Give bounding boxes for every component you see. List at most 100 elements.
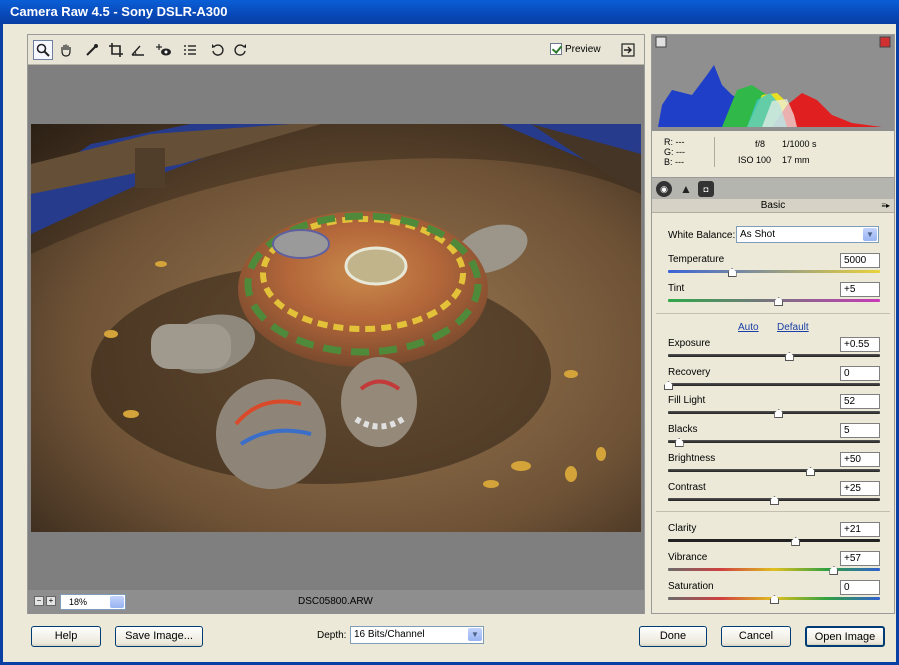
- shadow-clipping-icon[interactable]: [655, 36, 667, 48]
- white-balance-value: As Shot: [740, 229, 776, 240]
- done-button[interactable]: Done: [639, 626, 707, 647]
- status-bar: − + 18% DSC05800.ARW: [28, 590, 644, 614]
- red-eye-icon[interactable]: [154, 40, 174, 60]
- slider-value-input[interactable]: +25: [840, 481, 880, 496]
- camera-info: R: --- G: --- B: --- f/8 1/1000 s ISO 10…: [652, 131, 894, 177]
- image-preview[interactable]: [31, 124, 641, 532]
- slider-track[interactable]: [668, 383, 880, 386]
- shutter-speed: 1/1000 s: [782, 139, 817, 149]
- blue-readout: B: ---: [664, 157, 684, 167]
- preview-toggle[interactable]: Preview: [550, 43, 601, 55]
- auto-link[interactable]: Auto: [738, 322, 759, 333]
- slider-label: Fill Light: [668, 395, 706, 406]
- slider-value-input[interactable]: 0: [840, 580, 880, 595]
- slider-label: Vibrance: [668, 552, 708, 563]
- preview-label: Preview: [565, 43, 601, 55]
- slider-value-input[interactable]: 0: [840, 366, 880, 381]
- divider: [656, 511, 890, 512]
- slider-value-input[interactable]: +57: [840, 551, 880, 566]
- slider-clarity[interactable]: Clarity +21: [668, 522, 880, 550]
- crop-icon[interactable]: [106, 40, 126, 60]
- tab-tone-curve-icon[interactable]: ▲: [678, 181, 694, 197]
- slider-saturation[interactable]: Saturation 0: [668, 580, 880, 608]
- green-readout: G: ---: [664, 147, 685, 157]
- slider-tint[interactable]: Tint +5: [668, 282, 880, 310]
- fullscreen-icon[interactable]: [618, 40, 638, 60]
- slider-blacks[interactable]: Blacks 5: [668, 423, 880, 451]
- preview-panel: Preview − + 18% DSC05800.ARW: [27, 34, 645, 614]
- slider-brightness[interactable]: Brightness +50: [668, 452, 880, 480]
- slider-value-input[interactable]: 52: [840, 394, 880, 409]
- zoom-level-value: 18%: [69, 597, 88, 607]
- slider-track[interactable]: [668, 469, 880, 472]
- slider-temperature[interactable]: Temperature 5000: [668, 253, 880, 281]
- preferences-icon[interactable]: [180, 40, 200, 60]
- section-title: Basic ≡▸: [652, 199, 894, 213]
- tool-bar: Preview: [28, 35, 644, 65]
- section-title-text: Basic: [760, 200, 786, 211]
- zoom-in-button[interactable]: +: [46, 596, 56, 606]
- slider-contrast[interactable]: Contrast +25: [668, 481, 880, 509]
- chevron-down-icon[interactable]: ▼: [863, 228, 877, 241]
- open-image-button[interactable]: Open Image: [805, 626, 885, 647]
- chevron-down-icon[interactable]: [110, 596, 124, 608]
- panel-tabs: ◉ ▲ ◘: [652, 177, 894, 199]
- help-button[interactable]: Help: [31, 626, 101, 647]
- red-readout: R: ---: [664, 137, 685, 147]
- rotate-right-icon[interactable]: [230, 40, 250, 60]
- depth-select[interactable]: 16 Bits/Channel ▼: [350, 626, 484, 644]
- slider-label: Contrast: [668, 482, 706, 493]
- tab-basic-icon[interactable]: ◉: [656, 181, 672, 197]
- divider: [656, 313, 890, 314]
- slider-value-input[interactable]: 5000: [840, 253, 880, 268]
- tab-detail-icon[interactable]: ◘: [698, 181, 714, 197]
- slider-track[interactable]: [668, 354, 880, 357]
- slider-value-input[interactable]: 5: [840, 423, 880, 438]
- depth-value: 16 Bits/Channel: [354, 629, 425, 640]
- cancel-button[interactable]: Cancel: [721, 626, 791, 647]
- slider-track[interactable]: [668, 568, 880, 571]
- slider-label: Temperature: [668, 254, 725, 265]
- slider-exposure[interactable]: Exposure +0.55: [668, 337, 880, 365]
- slider-track[interactable]: [668, 539, 880, 542]
- depth-label: Depth:: [317, 630, 347, 641]
- slider-track[interactable]: [668, 299, 880, 302]
- white-balance-icon[interactable]: [82, 40, 102, 60]
- white-balance-label: White Balance:: [668, 230, 736, 241]
- white-balance-select[interactable]: As Shot ▼: [736, 226, 879, 243]
- zoom-out-button[interactable]: −: [34, 596, 44, 606]
- slider-value-input[interactable]: +0.55: [840, 337, 880, 352]
- camera-raw-dialog: Preview − + 18% DSC05800.ARW R: --- G: -…: [0, 24, 899, 665]
- panel-menu-icon[interactable]: ≡▸: [881, 199, 890, 213]
- preview-checkbox[interactable]: [550, 43, 562, 55]
- file-name: DSC05800.ARW: [298, 596, 373, 607]
- save-image-button[interactable]: Save Image...: [115, 626, 203, 647]
- slider-label: Exposure: [668, 338, 711, 349]
- hand-icon[interactable]: [56, 40, 76, 60]
- slider-label: Blacks: [668, 424, 698, 435]
- rotate-left-icon[interactable]: [208, 40, 228, 60]
- slider-track[interactable]: [668, 411, 880, 414]
- zoom-icon[interactable]: [33, 40, 53, 60]
- default-link[interactable]: Default: [777, 322, 809, 333]
- highlight-clipping-icon[interactable]: [879, 36, 891, 48]
- title-bar: Camera Raw 4.5 - Sony DSLR-A300: [0, 0, 899, 24]
- adjustments-panel: R: --- G: --- B: --- f/8 1/1000 s ISO 10…: [651, 34, 895, 614]
- slider-value-input[interactable]: +21: [840, 522, 880, 537]
- slider-vibrance[interactable]: Vibrance +57: [668, 551, 880, 579]
- slider-label: Tint: [668, 283, 685, 294]
- straighten-icon[interactable]: [128, 40, 148, 60]
- histogram: [652, 35, 894, 131]
- slider-recovery[interactable]: Recovery 0: [664, 366, 880, 394]
- slider-value-input[interactable]: +5: [840, 282, 880, 297]
- zoom-level-select[interactable]: 18%: [60, 594, 126, 610]
- window-title: Camera Raw 4.5 - Sony DSLR-A300: [10, 4, 228, 19]
- aperture: f/8: [755, 139, 766, 149]
- slider-value-input[interactable]: +50: [840, 452, 880, 467]
- slider-track[interactable]: [668, 440, 880, 443]
- slider-label: Recovery: [668, 367, 711, 378]
- chevron-down-icon[interactable]: ▼: [468, 628, 482, 641]
- slider-track[interactable]: [668, 270, 880, 273]
- slider-fill-light[interactable]: Fill Light 52: [668, 394, 880, 422]
- slider-label: Saturation: [668, 581, 714, 592]
